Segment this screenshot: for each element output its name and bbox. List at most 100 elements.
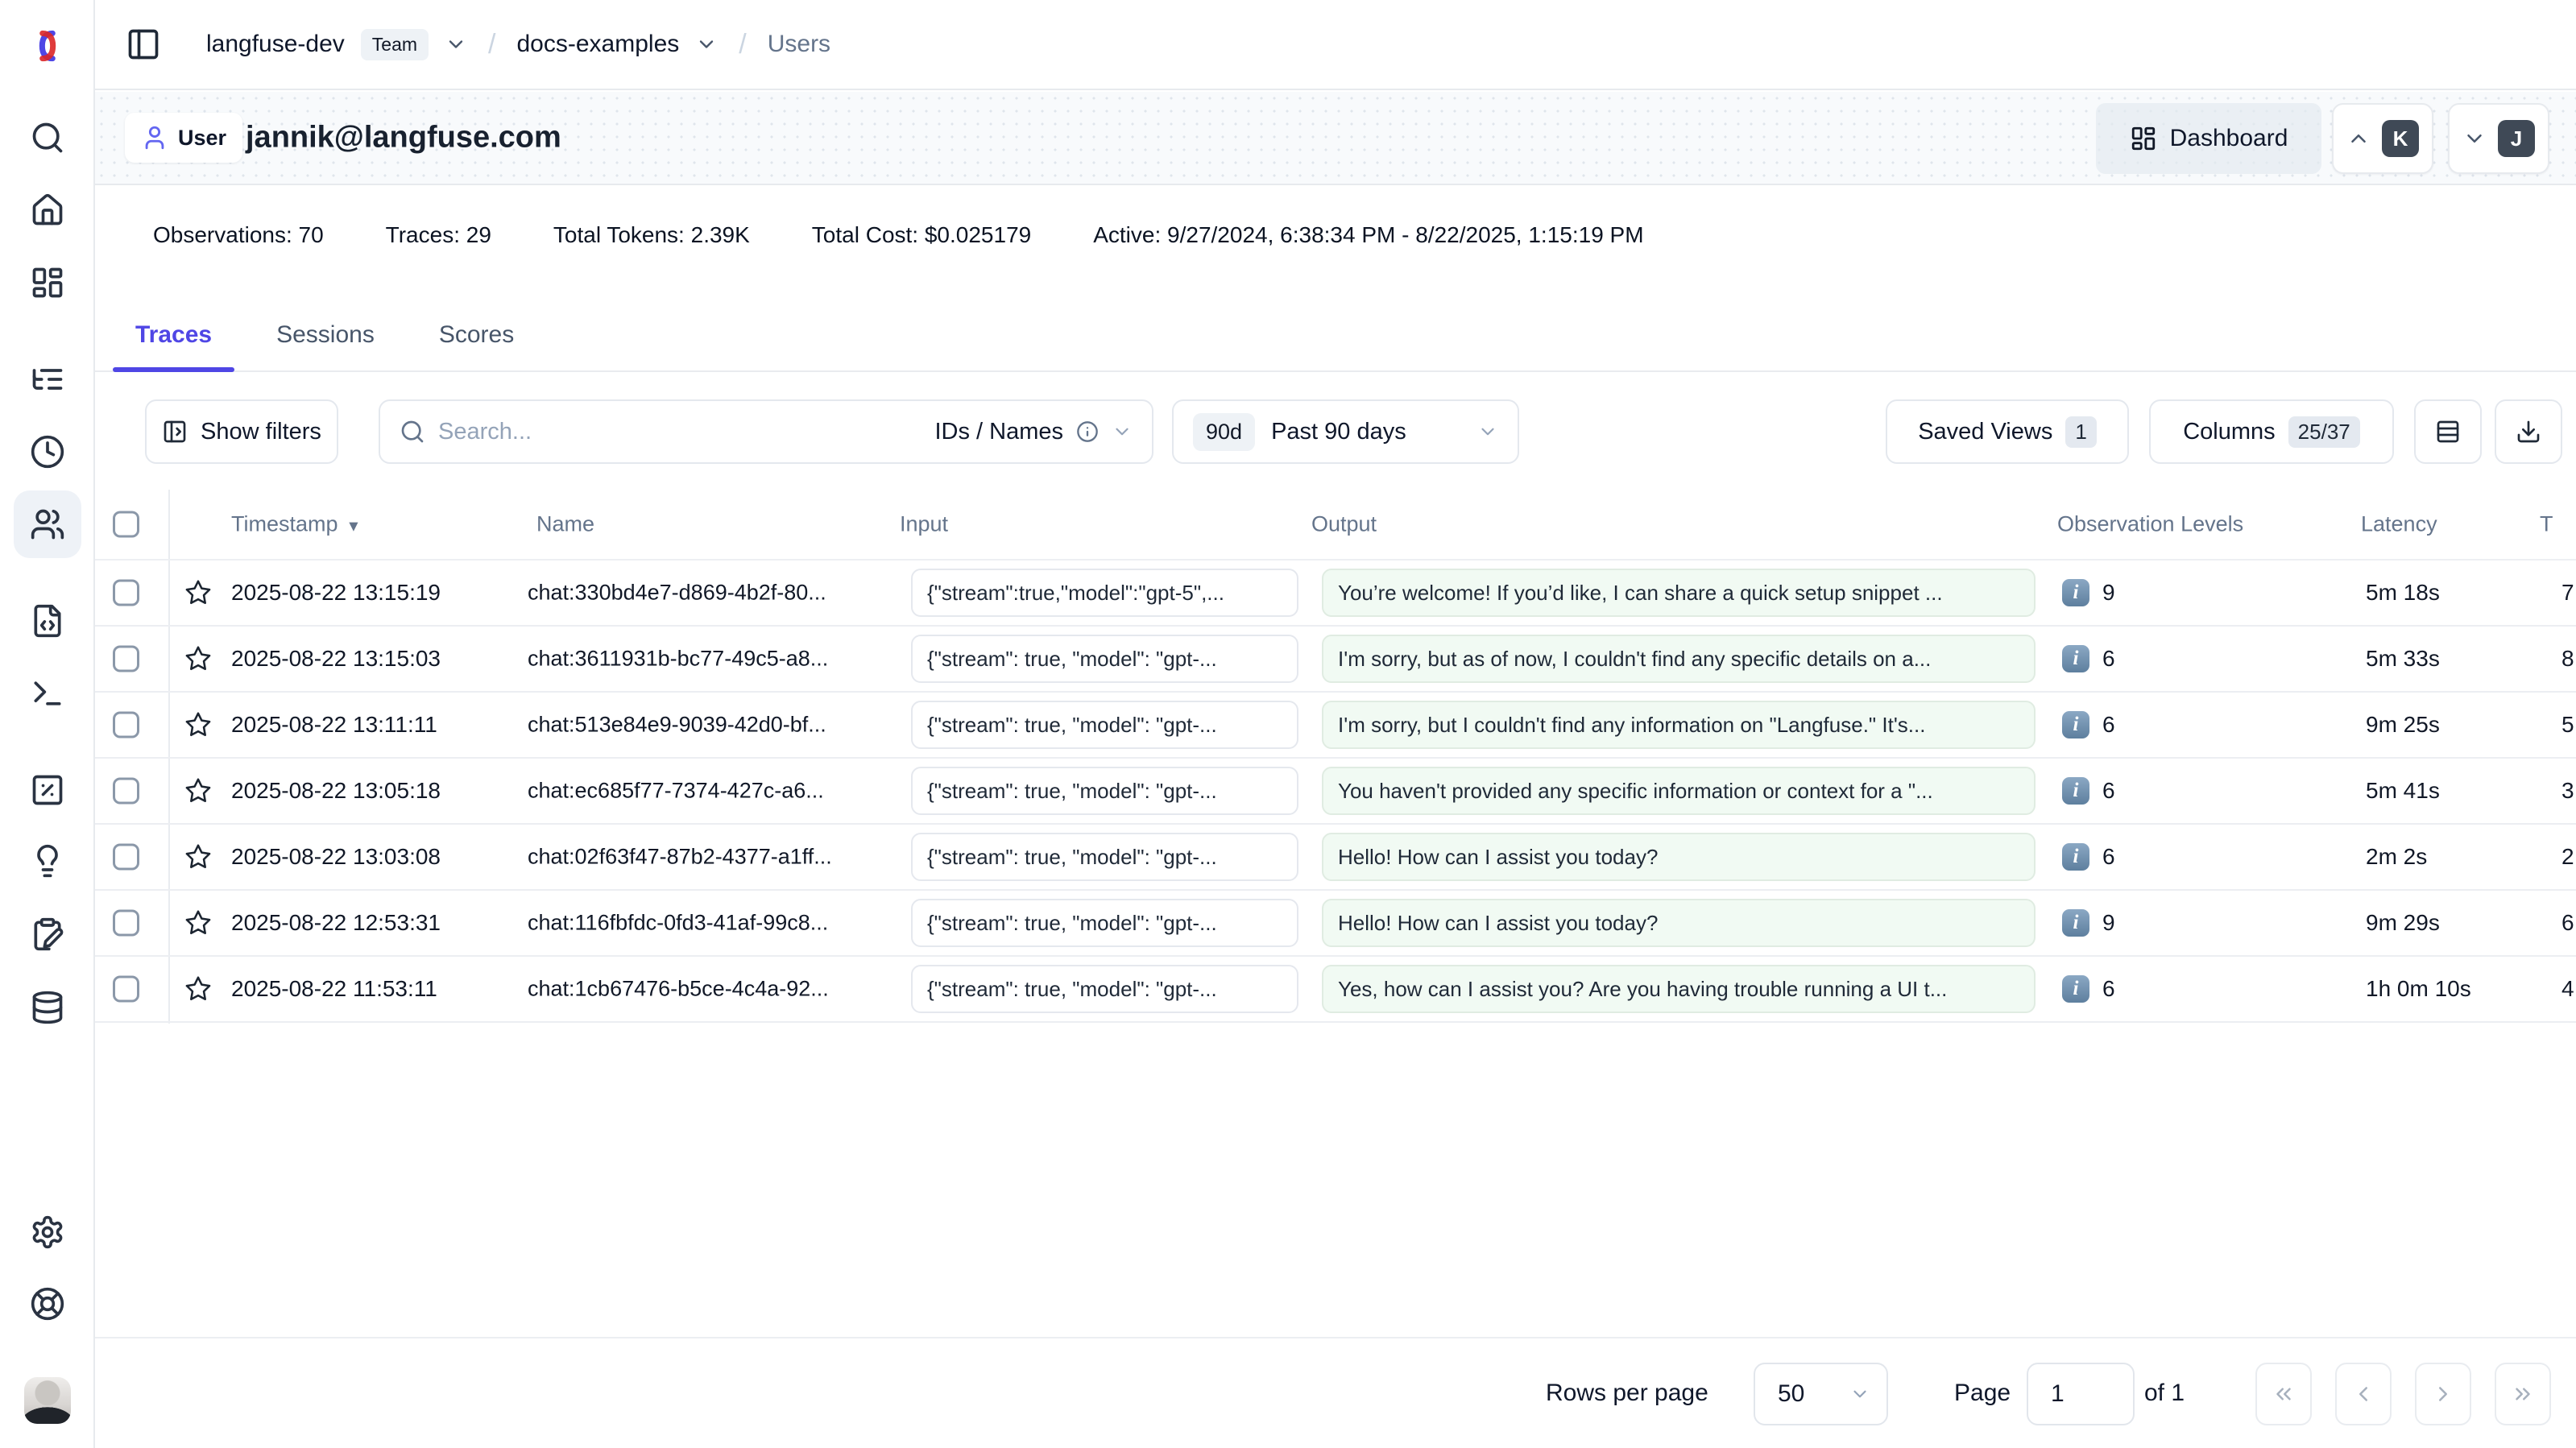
row-checkbox[interactable] bbox=[113, 646, 139, 672]
chevron-down-icon[interactable] bbox=[445, 33, 467, 56]
cell-input[interactable]: {"stream": true, "model": "gpt-... bbox=[911, 767, 1298, 815]
info-icon[interactable] bbox=[1076, 420, 1099, 443]
chevron-left-icon bbox=[2351, 1382, 2375, 1406]
col-header-name[interactable]: Name bbox=[536, 512, 594, 537]
download-icon bbox=[2516, 419, 2541, 445]
table-row[interactable]: 2025-08-22 13:15:19chat:330bd4e7-d869-4b… bbox=[95, 561, 2576, 627]
cell-output[interactable]: I'm sorry, but I couldn't find any infor… bbox=[1322, 701, 2036, 749]
table-row[interactable]: 2025-08-22 11:53:11chat:1cb67476-b5ce-4c… bbox=[95, 957, 2576, 1023]
col-header-output[interactable]: Output bbox=[1311, 512, 1377, 537]
star-icon[interactable] bbox=[184, 974, 213, 1003]
cell-output[interactable]: Yes, how can I assist you? Are you havin… bbox=[1322, 965, 2036, 1013]
tab-sessions[interactable]: Sessions bbox=[254, 300, 397, 370]
cell-input[interactable]: {"stream": true, "model": "gpt-... bbox=[911, 635, 1298, 683]
list-tree-icon[interactable] bbox=[30, 362, 65, 397]
first-page-button[interactable] bbox=[2255, 1363, 2312, 1425]
clock-icon[interactable] bbox=[30, 434, 65, 470]
table-row[interactable]: 2025-08-22 12:53:31chat:116fbfdc-0fd3-41… bbox=[95, 891, 2576, 957]
col-header-input[interactable]: Input bbox=[900, 512, 948, 537]
star-icon[interactable] bbox=[184, 908, 213, 937]
columns-count-badge: 25/37 bbox=[2288, 416, 2360, 448]
select-all-checkbox[interactable] bbox=[113, 511, 139, 538]
tab-traces[interactable]: Traces bbox=[113, 300, 234, 370]
next-item-button[interactable]: J bbox=[2448, 103, 2549, 174]
search-input[interactable] bbox=[438, 419, 921, 445]
cell-output[interactable]: Hello! How can I assist you today? bbox=[1322, 833, 2036, 881]
home-icon[interactable] bbox=[30, 192, 65, 228]
langfuse-logo-icon bbox=[27, 26, 68, 66]
cell-output[interactable]: You’re welcome! If you’d like, I can sha… bbox=[1322, 569, 2036, 617]
info-level-badge: i bbox=[2062, 645, 2089, 672]
breadcrumb-org[interactable]: langfuse-dev bbox=[206, 31, 345, 58]
cell-output[interactable]: Hello! How can I assist you today? bbox=[1322, 899, 2036, 947]
row-height-button[interactable] bbox=[2414, 399, 2482, 464]
table-row[interactable]: 2025-08-22 13:11:11chat:513e84e9-9039-42… bbox=[95, 693, 2576, 759]
show-filters-button[interactable]: Show filters bbox=[145, 399, 338, 464]
saved-views-button[interactable]: Saved Views 1 bbox=[1886, 399, 2129, 464]
col-header-latency[interactable]: Latency bbox=[2361, 512, 2437, 537]
cell-output[interactable]: You haven't provided any specific inform… bbox=[1322, 767, 2036, 815]
life-buoy-icon[interactable] bbox=[30, 1286, 65, 1322]
next-page-button[interactable] bbox=[2415, 1363, 2471, 1425]
layout-dashboard-icon[interactable] bbox=[30, 265, 65, 300]
chevron-down-icon[interactable] bbox=[695, 33, 718, 56]
cell-input[interactable]: {"stream": true, "model": "gpt-... bbox=[911, 899, 1298, 947]
panel-left-toggle-icon[interactable] bbox=[126, 27, 161, 62]
last-page-button[interactable] bbox=[2495, 1363, 2551, 1425]
table-row[interactable]: 2025-08-22 13:03:08chat:02f63f47-87b2-43… bbox=[95, 825, 2576, 891]
chevron-down-icon[interactable] bbox=[1112, 421, 1133, 442]
row-checkbox[interactable] bbox=[113, 844, 139, 871]
cell-input[interactable]: {"stream": true, "model": "gpt-... bbox=[911, 701, 1298, 749]
previous-page-button[interactable] bbox=[2335, 1363, 2392, 1425]
table-row[interactable]: 2025-08-22 13:05:18chat:ec685f77-7374-42… bbox=[95, 759, 2576, 825]
page-number-input[interactable] bbox=[2027, 1363, 2135, 1425]
cell-tokens-partial: 3 bbox=[2562, 778, 2574, 804]
columns-button[interactable]: Columns 25/37 bbox=[2149, 399, 2394, 464]
breadcrumb-project[interactable]: docs-examples bbox=[517, 31, 680, 58]
tab-scores[interactable]: Scores bbox=[416, 300, 536, 370]
layout-dashboard-icon bbox=[2130, 125, 2157, 152]
star-icon[interactable] bbox=[184, 710, 213, 739]
export-download-button[interactable] bbox=[2495, 399, 2562, 464]
star-icon[interactable] bbox=[184, 842, 213, 871]
square-percent-icon[interactable] bbox=[30, 772, 65, 808]
table-row[interactable]: 2025-08-22 13:15:03chat:3611931b-bc77-49… bbox=[95, 627, 2576, 693]
time-range-button[interactable]: 90d Past 90 days bbox=[1172, 399, 1519, 464]
file-code-icon[interactable] bbox=[30, 603, 65, 639]
cell-input[interactable]: {"stream": true, "model": "gpt-... bbox=[911, 965, 1298, 1013]
terminal-icon[interactable] bbox=[30, 676, 65, 711]
cell-input[interactable]: {"stream": true, "model": "gpt-... bbox=[911, 833, 1298, 881]
col-header-observation-levels[interactable]: Observation Levels bbox=[2057, 512, 2243, 537]
rows-per-page-select[interactable]: 50 bbox=[1754, 1363, 1888, 1425]
previous-item-button[interactable]: K bbox=[2332, 103, 2433, 174]
clipboard-pen-icon[interactable] bbox=[30, 916, 65, 952]
star-icon[interactable] bbox=[184, 578, 213, 607]
users-icon[interactable] bbox=[30, 507, 65, 542]
row-checkbox[interactable] bbox=[113, 976, 139, 1003]
show-filters-label: Show filters bbox=[201, 419, 321, 445]
lightbulb-icon[interactable] bbox=[30, 843, 65, 879]
stat-total-cost: Total Cost: $0.025179 bbox=[812, 222, 1031, 248]
search-box[interactable]: IDs / Names bbox=[379, 399, 1153, 464]
star-icon[interactable] bbox=[184, 644, 213, 673]
search-icon[interactable] bbox=[30, 120, 65, 155]
row-checkbox[interactable] bbox=[113, 778, 139, 805]
row-checkbox[interactable] bbox=[113, 910, 139, 937]
search-scope-label[interactable]: IDs / Names bbox=[934, 419, 1063, 445]
row-checkbox[interactable] bbox=[113, 580, 139, 606]
settings-gear-icon[interactable] bbox=[30, 1214, 65, 1250]
dashboard-button[interactable]: Dashboard bbox=[2096, 103, 2321, 174]
user-header: User jannik@langfuse.com Dashboard K J bbox=[95, 92, 2576, 185]
col-header-timestamp[interactable]: Timestamp▼ bbox=[231, 512, 361, 537]
cell-tokens-partial: 7 bbox=[2562, 580, 2574, 606]
database-icon[interactable] bbox=[30, 990, 65, 1025]
col-header-truncated[interactable]: T bbox=[2540, 512, 2553, 537]
row-checkbox[interactable] bbox=[113, 712, 139, 738]
chevron-down-icon bbox=[1477, 421, 1498, 442]
cell-output[interactable]: I'm sorry, but as of now, I couldn't fin… bbox=[1322, 635, 2036, 683]
observation-level-count: 9 bbox=[2102, 910, 2115, 936]
cell-input[interactable]: {"stream":true,"model":"gpt-5",... bbox=[911, 569, 1298, 617]
saved-views-count-badge: 1 bbox=[2065, 416, 2096, 448]
star-icon[interactable] bbox=[184, 776, 213, 805]
user-avatar[interactable] bbox=[24, 1377, 71, 1424]
